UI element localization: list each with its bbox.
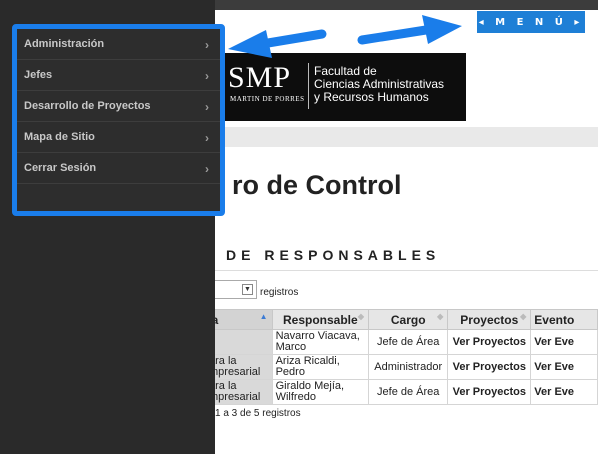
sidebar-item-label: Administración [24,38,105,50]
arrow-right-icon [357,15,462,45]
sidebar-item-cerrar-sesion[interactable]: Cerrar Sesión › [17,153,220,184]
sidebar-menu: Administración › Jefes › Desarrollo de P… [12,24,225,216]
table-row: ara la mpresarial Giraldo Mejía, Wilfredo … [160,379,598,405]
table-info: 1 a 3 de 5 registros [215,408,301,419]
column-header-cargo[interactable]: Cargo ◆ [368,309,449,330]
chevron-right-icon: › [205,38,209,52]
sidebar-panel: Administración › Jefes › Desarrollo de P… [0,0,225,454]
cell-text: o [209,342,269,353]
table-row: eo Navarro Viacava,Marco Jefe de Área Ve… [160,329,598,355]
column-header-proyectos[interactable]: Proyectos ◆ [447,309,532,330]
column-header-label: Evento [534,312,575,327]
sort-icon: ◆ [520,312,527,321]
ver-eventos-link[interactable]: Ver Eve [530,329,598,355]
logo-divider [308,63,309,109]
ver-eventos-link[interactable]: Ver Eve [530,354,598,380]
column-header-responsable[interactable]: Responsable ◆ [271,309,370,330]
page-length-label: registros [260,287,299,298]
cell-cargo: Jefe de Área [368,329,449,355]
column-header-label: Cargo [390,312,426,327]
column-header-label: Proyectos [460,312,519,327]
section-title: DE RESPONSABLES [226,247,441,263]
sidebar-item-label: Mapa de Sitio [24,131,95,143]
header-divider-bar [215,127,598,147]
table-row: ara la mpresarial Ariza Ricaldi, Pedro Adm… [160,354,598,380]
ver-proyectos-link[interactable]: Ver Proyectos [447,379,532,405]
table-header-row: ea▲ Responsable◆ Cargo◆ Proyectos◆ Event… [160,309,598,330]
sidebar-item-mapa-de-sitio[interactable]: Mapa de Sitio › [17,122,220,153]
sort-icon: ◆ [357,312,365,321]
cell-text: mpresarial [209,366,261,378]
sidebar-item-desarrollo-de-proyectos[interactable]: Desarrollo de Proyectos › [17,91,220,122]
column-header-label: Responsable [282,312,358,327]
logo-faculty-name: Facultad de Ciencias Administrativas y R… [314,65,464,104]
faculty-logo: SMP MARTIN DE PORRES Facultad de Ciencia… [210,53,466,121]
sort-ascending-icon: ▲ [259,312,268,321]
cell-responsable: Navarro Viacava, Marco [271,329,370,355]
ver-proyectos-link[interactable]: Ver Proyectos [447,329,532,355]
chevron-right-icon: › [205,100,209,114]
sidebar-item-administracion[interactable]: Administración › [17,29,220,60]
cell-cargo: Administrador [368,354,449,380]
ver-proyectos-link[interactable]: Ver Proyectos [447,354,532,380]
page-title: ro de Control [232,170,402,200]
logo-smp-text: SMP [228,61,292,94]
logo-subtitle: MARTIN DE PORRES [230,95,305,103]
cell-text: mpresarial [209,391,261,403]
chevron-right-icon: › [205,162,209,176]
sidebar-item-jefes[interactable]: Jefes › [17,60,220,91]
sort-icon: ◆ [437,312,444,321]
section-divider [215,270,598,271]
cell-responsable: Giraldo Mejía, Wilfredo [271,379,370,405]
sidebar-item-label: Jefes [24,69,53,81]
chevron-right-icon: › [205,131,209,145]
cell-responsable: Ariza Ricaldi, Pedro [271,354,370,380]
menu-toggle-button[interactable]: ◂ M E N Ú ▸ [477,11,585,33]
sidebar-item-label: Cerrar Sesión [24,162,97,174]
cell-cargo: Jefe de Área [368,379,449,405]
cell-text: Wilfredo [275,391,316,403]
responsables-table: ea▲ Responsable◆ Cargo◆ Proyectos◆ Event… [160,309,598,405]
cell-text: Marco [275,341,307,353]
logo-faculty-line: y Recursos Humanos [314,90,429,104]
cell-text: Pedro [275,366,305,378]
chevron-down-icon[interactable]: ▼ [242,284,253,295]
ver-eventos-link[interactable]: Ver Eve [530,379,598,405]
column-header-eventos[interactable]: Evento [530,309,598,330]
cell-text: e [209,331,269,342]
sidebar-item-label: Desarrollo de Proyectos [24,100,151,112]
chevron-right-icon: › [205,69,209,83]
